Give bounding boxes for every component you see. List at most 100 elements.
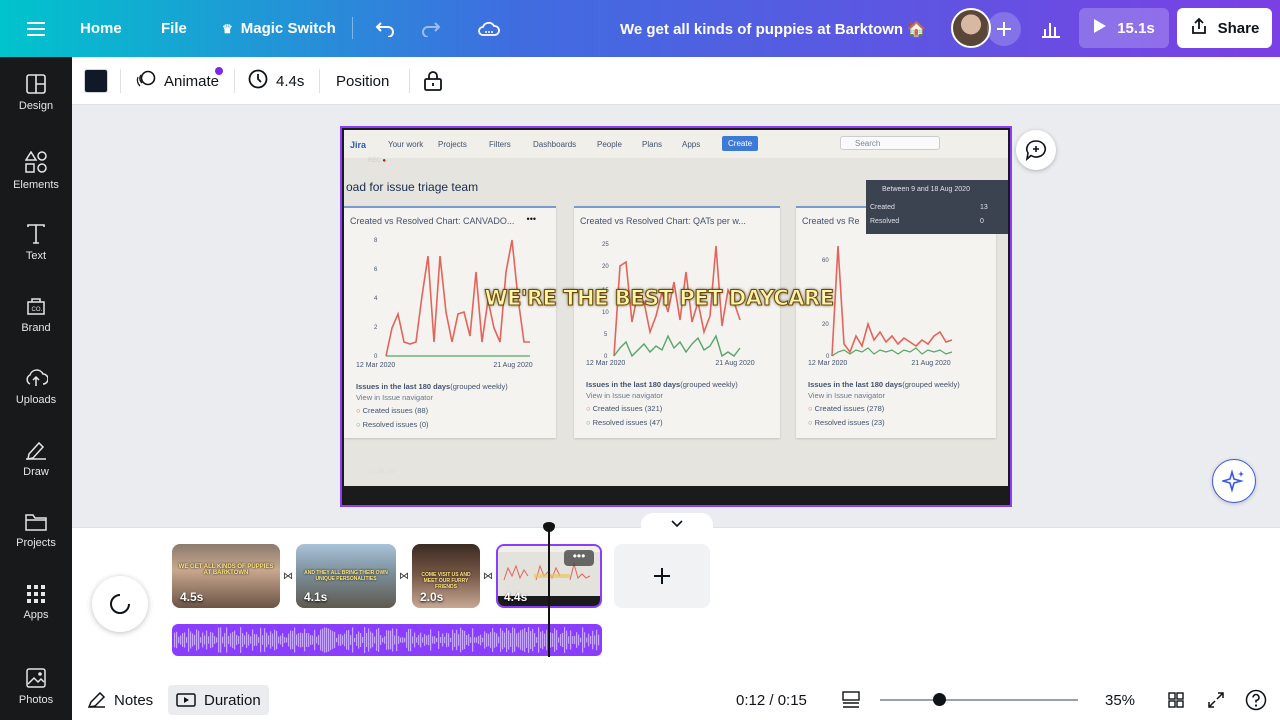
timeline-clip-3[interactable]: COME VISIT US AND MEET OUR FURRY FRIENDS… xyxy=(412,544,480,608)
transition-icon[interactable]: ⋈ xyxy=(280,569,296,583)
waveform-bar xyxy=(598,634,600,646)
waveform-bar xyxy=(296,634,298,646)
duration-toggle-label: Duration xyxy=(204,691,261,709)
magic-switch-button[interactable]: ♛ Magic Switch xyxy=(222,0,336,57)
waveform-bar xyxy=(404,637,406,643)
jira-logo: Jira xyxy=(350,140,367,150)
duration-button[interactable]: 4.4s xyxy=(248,57,304,105)
sidebar-item-photos[interactable]: Photos xyxy=(0,657,72,717)
fullscreen-icon[interactable] xyxy=(1208,685,1224,715)
invite-icon[interactable] xyxy=(987,12,1021,46)
add-page-button[interactable] xyxy=(614,544,710,608)
lock-icon[interactable] xyxy=(424,57,442,105)
top-bar: Home File ♛ Magic Switch We get all kind… xyxy=(0,0,1280,57)
redo-icon[interactable] xyxy=(414,12,448,46)
waveform-bar xyxy=(398,636,400,644)
issue-navigator-link: View in Issue navigator xyxy=(356,393,433,402)
waveform-bar xyxy=(306,633,308,647)
chart-card-3: Created vs Re 60 40 20 0 12 Mar 2020 21 A… xyxy=(796,206,996,438)
waveform-bar xyxy=(428,634,430,646)
sidebar-item-text[interactable]: Text xyxy=(0,213,72,273)
present-play-button[interactable]: 15.1s xyxy=(1079,8,1169,48)
waveform-bar xyxy=(186,637,188,643)
selected-page-canvas[interactable]: Jira Your work Projects Filters Dashboar… xyxy=(340,126,1012,507)
waveform-bar xyxy=(430,629,432,651)
timeline-clip-1[interactable]: WE GET ALL KINDS OF PUPPIES AT BARKTOWN … xyxy=(172,544,280,608)
waveform-bar xyxy=(182,633,184,647)
waveform-bar xyxy=(564,627,566,653)
waveform-bar xyxy=(540,631,542,649)
animate-icon xyxy=(136,69,156,93)
more-icon: ••• xyxy=(526,214,536,224)
cloud-saved-icon[interactable] xyxy=(472,12,506,46)
sidebar-item-uploads[interactable]: Uploads xyxy=(0,357,72,417)
waveform-bar xyxy=(204,635,206,645)
waveform-bar xyxy=(254,634,256,646)
svg-text:CO.: CO. xyxy=(32,307,43,313)
undo-icon[interactable] xyxy=(368,12,402,46)
waveform-bar xyxy=(434,636,436,644)
playhead[interactable] xyxy=(548,525,550,657)
waveform-bar xyxy=(498,636,500,644)
animate-button[interactable]: Animate xyxy=(136,57,219,105)
waveform-bar xyxy=(452,629,454,651)
waveform-bar xyxy=(214,636,216,644)
waveform-bar xyxy=(244,635,246,645)
clip-more-icon[interactable]: ••• xyxy=(564,550,594,566)
page-layout-icon[interactable] xyxy=(842,685,860,715)
waveform-bar xyxy=(192,633,194,647)
timeline-clip-2[interactable]: AND THEY ALL BRING THEIR OWN UNIQUE PERS… xyxy=(296,544,396,608)
waveform-bar xyxy=(286,637,288,643)
position-button[interactable]: Position xyxy=(336,57,389,105)
apps-icon xyxy=(27,585,45,603)
help-icon[interactable] xyxy=(1245,685,1267,715)
clip-caption: COME VISIT US AND MEET OUR FURRY FRIENDS xyxy=(421,572,471,590)
svg-text:60: 60 xyxy=(822,258,829,264)
waveform-bar xyxy=(484,631,486,649)
color-swatch[interactable] xyxy=(84,69,108,93)
insights-icon[interactable] xyxy=(1034,12,1068,46)
clip-duration: 4.5s xyxy=(180,590,204,604)
add-comment-button[interactable] xyxy=(1016,130,1056,170)
sidebar-item-elements[interactable]: Elements xyxy=(0,141,72,201)
share-button[interactable]: Share xyxy=(1177,8,1272,48)
waveform-bar xyxy=(322,628,324,652)
magic-assistant-button[interactable] xyxy=(1212,459,1256,503)
waveform-bar xyxy=(372,632,374,648)
loading-spinner xyxy=(92,576,148,632)
home-button[interactable]: Home xyxy=(80,0,122,57)
svg-text:2: 2 xyxy=(374,325,378,331)
waveform-bar xyxy=(270,631,272,649)
sidebar-item-design[interactable]: Design xyxy=(0,57,72,129)
menu-icon[interactable] xyxy=(19,12,53,46)
duration-toggle-button[interactable]: Duration xyxy=(168,685,269,715)
waveform-bar xyxy=(366,632,368,648)
notes-button[interactable]: Notes xyxy=(88,685,153,715)
transition-icon[interactable]: ⋈ xyxy=(396,569,412,583)
sidebar-item-brand[interactable]: CO. Brand xyxy=(0,285,72,345)
waveform-bar xyxy=(528,627,530,653)
waveform-bar xyxy=(362,637,364,643)
waveform-bar xyxy=(558,637,560,643)
design-title[interactable]: We get all kinds of puppies at Barktown … xyxy=(620,0,926,57)
zoom-slider-track[interactable] xyxy=(880,699,1078,701)
svg-text:20: 20 xyxy=(822,322,829,328)
collapse-timeline-button[interactable] xyxy=(641,513,713,535)
waveform-bar xyxy=(262,635,264,645)
sidebar-item-apps[interactable]: Apps xyxy=(0,573,72,633)
issue-navigator-link: View in Issue navigator xyxy=(808,391,885,400)
zoom-percentage[interactable]: 35% xyxy=(1105,685,1135,715)
waveform-bar xyxy=(482,637,484,643)
sidebar-item-projects[interactable]: Projects xyxy=(0,501,72,561)
svg-text:25: 25 xyxy=(602,242,609,248)
caption-text[interactable]: WE'RE THE BEST PET DAYCARE xyxy=(342,286,976,311)
sidebar-item-draw[interactable]: Draw xyxy=(0,429,72,489)
waveform-bar xyxy=(450,637,452,643)
waveform-bar xyxy=(554,628,556,652)
avatar[interactable] xyxy=(951,8,991,48)
file-menu[interactable]: File xyxy=(161,0,187,57)
audio-track[interactable] xyxy=(172,624,602,656)
transition-icon[interactable]: ⋈ xyxy=(480,569,496,583)
waveform-bar xyxy=(512,627,514,653)
grid-view-icon[interactable] xyxy=(1168,685,1184,715)
